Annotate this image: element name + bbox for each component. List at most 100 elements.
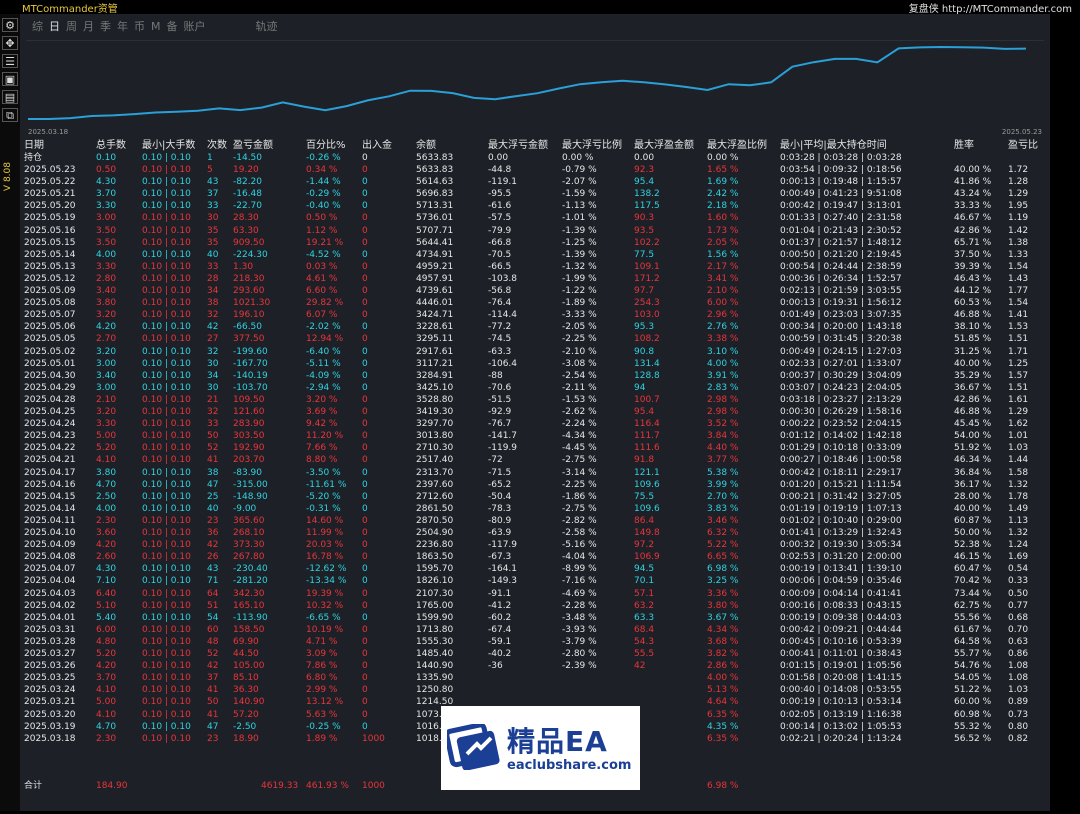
table-row-win: 64.58 % bbox=[954, 636, 992, 647]
move-icon[interactable]: ✥ bbox=[2, 36, 18, 50]
tab-6[interactable]: 币 bbox=[134, 18, 145, 34]
table-row-date: 2025.03.24 bbox=[24, 685, 76, 696]
table-row-mfpp: 4.40 % bbox=[707, 443, 739, 454]
square-icon[interactable]: ▣ bbox=[2, 72, 18, 86]
table-row-hold: 0:01:33 | 0:27:40 | 2:31:58 bbox=[780, 213, 902, 224]
table-row-mfpp: 1.73 % bbox=[707, 225, 739, 236]
table-row-rr: 1.53 bbox=[1008, 322, 1029, 333]
settings-icon[interactable]: ⚙ bbox=[2, 18, 18, 32]
table-row-hold: 0:03:54 | 0:09:32 | 0:18:56 bbox=[780, 165, 902, 175]
table-row-balance: 3424.71 bbox=[416, 310, 454, 321]
table-row-win: 44.12 % bbox=[954, 286, 992, 296]
table-row-minmax: 0.10 | 0.10 bbox=[142, 697, 191, 708]
table-row-date: 2025.05.20 bbox=[24, 201, 76, 212]
table-row-mflp: -8.99 % bbox=[562, 564, 597, 575]
table-row-balance: 2313.70 bbox=[416, 467, 454, 478]
table-row-win: 55.32 % bbox=[954, 721, 992, 732]
table-row-mflp: -2.07 % bbox=[562, 177, 597, 188]
table-row-io: 0 bbox=[362, 455, 368, 466]
table-row-win: 50.00 % bbox=[954, 528, 992, 538]
table-row-date: 2025.04.16 bbox=[24, 479, 76, 490]
tab-4[interactable]: 季 bbox=[100, 18, 111, 34]
table-row-mflp: -4.69 % bbox=[562, 588, 597, 599]
tab-2[interactable]: 周 bbox=[66, 18, 77, 34]
tab-5[interactable]: 年 bbox=[117, 18, 128, 34]
table-row-hold: 0:00:19 | 0:10:13 | 0:53:14 bbox=[780, 697, 902, 708]
table-row-mfl: -40.2 bbox=[488, 649, 512, 659]
table-row-balance: 5736.01 bbox=[416, 213, 454, 224]
stats-panel: 综日周月季年币 M 备账户 轨迹 2025.03.18 2025.05.23 日期 总手… bbox=[20, 14, 1050, 811]
table-row-date: 2025.04.11 bbox=[24, 515, 76, 526]
brand-link[interactable]: 复盘侠 http://MTCommander.com bbox=[909, 0, 1072, 15]
table-row-lots: 4.00 bbox=[96, 503, 117, 514]
table-row-mfl: -60.2 bbox=[488, 612, 512, 623]
tab-9[interactable]: 账户 bbox=[184, 18, 206, 34]
table-row-rr: 1.54 bbox=[1008, 261, 1029, 272]
table-row-balance: 1713.80 bbox=[416, 624, 454, 635]
table-row-pct: -2.02 % bbox=[306, 322, 341, 333]
table-row-count: 32 bbox=[207, 346, 219, 357]
table-row-pct: -4.52 % bbox=[306, 249, 341, 260]
table-row-rr: 1.38 bbox=[1008, 237, 1029, 248]
table-row: 2025.05.12 2.80 0.10 | 0.10 28 218.30 4.61 % 0… bbox=[20, 273, 1050, 285]
table-row: 2025.03.31 6.00 0.10 | 0.10 60 158.50 10.19 %… bbox=[20, 624, 1050, 636]
list-icon[interactable]: ☰ bbox=[2, 54, 18, 68]
table-row-io: 1000 bbox=[362, 733, 385, 744]
table-row-lots: 3.30 bbox=[96, 419, 117, 430]
table-row-mfpp: 2.83 % bbox=[707, 382, 739, 393]
table-row: 2025.03.24 4.10 0.10 | 0.10 41 36.30 2.99 % 0 1… bbox=[20, 684, 1050, 696]
panel-icon[interactable]: ▤ bbox=[2, 90, 18, 104]
tab-1[interactable]: 日 bbox=[49, 18, 60, 34]
table-row-lots: 4.70 bbox=[96, 479, 117, 490]
table-row: 2025.03.27 5.20 0.10 | 0.10 52 44.50 3.09 % 0 1… bbox=[20, 648, 1050, 660]
table-row-hold: 0:01:02 | 0:10:40 | 0:29:00 bbox=[780, 515, 902, 526]
table-row-balance: 1595.70 bbox=[416, 564, 454, 575]
table-row-pnl: 69.90 bbox=[233, 636, 259, 647]
table-row-minmax: 0.10 | 0.10 bbox=[142, 685, 191, 696]
tab-8[interactable]: 备 bbox=[167, 18, 178, 34]
table-row-hold: 0:00:42 | 0:19:47 | 3:13:01 bbox=[780, 201, 902, 212]
table-row-lots: 3.50 bbox=[96, 237, 117, 248]
tab-7[interactable]: M bbox=[151, 20, 161, 33]
table-row: 2025.04.08 2.60 0.10 | 0.10 26 267.80 16.78 %… bbox=[20, 551, 1050, 563]
tab-0[interactable]: 综 bbox=[32, 18, 43, 34]
table-row-pct: 11.99 % bbox=[306, 528, 344, 538]
table-row-mfl: -91.1 bbox=[488, 588, 512, 599]
table-row-win: 36.67 % bbox=[954, 382, 992, 393]
table-row-mflp: -2.75 % bbox=[562, 455, 597, 466]
tab-10[interactable]: 轨迹 bbox=[256, 18, 278, 34]
table-row-win: 60.00 % bbox=[954, 697, 992, 708]
table-row-count: 23 bbox=[207, 515, 219, 526]
table-row-mfpp: 2.98 % bbox=[707, 394, 739, 405]
table-row-mfpp: 2.70 % bbox=[707, 491, 739, 502]
table-row-minmax: 0.10 | 0.10 bbox=[142, 249, 191, 260]
table-row-minmax: 0.10 | 0.10 bbox=[142, 237, 191, 248]
table-row-count: 30 bbox=[207, 358, 219, 369]
table-row-minmax: 0.10 | 0.10 bbox=[142, 346, 191, 357]
table-row-lots: 2.10 bbox=[96, 394, 117, 405]
table-row-pnl: 196.10 bbox=[233, 310, 265, 321]
table-row-mfpp: 4.00 % bbox=[707, 358, 739, 369]
table-row-rr: 1.13 bbox=[1008, 515, 1029, 526]
table-row-io: 0 bbox=[362, 515, 368, 526]
table-row-io: 0 bbox=[362, 407, 368, 417]
table-row-mfp: 254.3 bbox=[634, 298, 660, 309]
table-row-pct: -2.94 % bbox=[306, 382, 341, 393]
table-row-io: 0 bbox=[362, 237, 368, 248]
table-row: 2025.05.23 0.50 0.10 | 0.10 5 19.20 0.34 % 0 56… bbox=[20, 164, 1050, 176]
table-row-date: 2025.05.16 bbox=[24, 225, 76, 236]
header-row-hold: 最小|平均|最大持仓时间 bbox=[780, 140, 887, 151]
table-row-rr: 0.68 bbox=[1008, 612, 1029, 623]
table-row-lots: 3.70 bbox=[96, 189, 117, 200]
table-row-lots: 2.30 bbox=[96, 733, 117, 744]
table-row-mflp: -2.11 % bbox=[562, 382, 597, 393]
tab-3[interactable]: 月 bbox=[83, 18, 94, 34]
table-row-date: 2025.05.01 bbox=[24, 358, 76, 369]
table-row-mfl: -141.7 bbox=[488, 431, 518, 442]
table-row-pnl: 377.50 bbox=[233, 334, 265, 345]
table-row-lots: 3.30 bbox=[96, 261, 117, 272]
window-icon[interactable]: ⧉ bbox=[2, 108, 18, 122]
table-row-pnl: -9.00 bbox=[233, 503, 257, 514]
table-row-win: 70.42 % bbox=[954, 576, 992, 587]
table-row-mfp: 111.7 bbox=[634, 431, 660, 442]
